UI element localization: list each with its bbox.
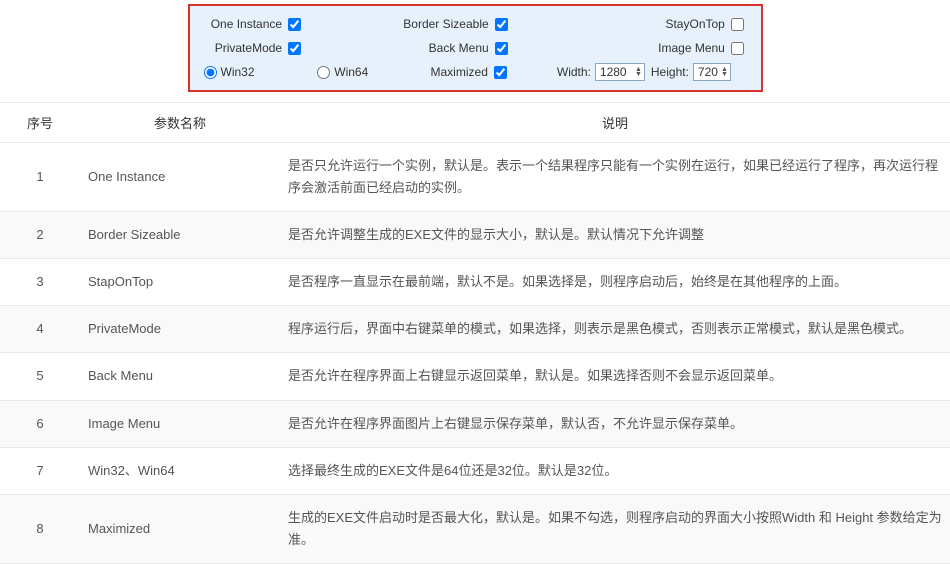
private-mode-label: PrivateMode <box>215 41 282 55</box>
maximized-label: Maximized <box>431 65 488 79</box>
height-label: Height: <box>651 65 689 79</box>
settings-panel: One Instance Border Sizeable StayOnTop P… <box>188 4 763 92</box>
height-input[interactable]: 720 ▲▼ <box>693 63 731 81</box>
border-sizeable-label: Border Sizeable <box>403 17 488 31</box>
cell-name: Image Menu <box>80 400 280 447</box>
table-header-row: 序号 参数名称 说明 <box>0 103 950 143</box>
header-desc: 说明 <box>280 103 950 143</box>
border-sizeable-checkbox[interactable] <box>495 18 508 31</box>
table-row: 8Maximized生成的EXE文件启动时是否最大化，默认是。如果不勾选，则程序… <box>0 494 950 563</box>
one-instance-checkbox[interactable] <box>288 18 301 31</box>
cell-no: 7 <box>0 447 80 494</box>
height-value: 720 <box>698 65 718 79</box>
win64-radio[interactable] <box>317 66 330 79</box>
table-row: 6Image Menu是否允许在程序界面图片上右键显示保存菜单，默认否，不允许显… <box>0 400 950 447</box>
cell-desc: 是否允许在程序界面图片上右键显示保存菜单，默认否，不允许显示保存菜单。 <box>280 400 950 447</box>
width-down-icon[interactable]: ▼ <box>635 72 642 77</box>
table-row: 1One Instance是否只允许运行一个实例，默认是。表示一个结果程序只能有… <box>0 143 950 212</box>
cell-no: 2 <box>0 212 80 259</box>
cell-no: 8 <box>0 494 80 563</box>
cell-name: Back Menu <box>80 353 280 400</box>
width-value: 1280 <box>600 65 627 79</box>
cell-desc: 选择最终生成的EXE文件是64位还是32位。默认是32位。 <box>280 447 950 494</box>
cell-name: Maximized <box>80 494 280 563</box>
height-down-icon[interactable]: ▼ <box>721 72 728 77</box>
cell-desc: 是否允许在程序界面上右键显示返回菜单，默认是。如果选择否则不会显示返回菜单。 <box>280 353 950 400</box>
parameter-table: 序号 参数名称 说明 1One Instance是否只允许运行一个实例，默认是。… <box>0 102 950 564</box>
cell-no: 3 <box>0 259 80 306</box>
cell-desc: 生成的EXE文件启动时是否最大化，默认是。如果不勾选，则程序启动的界面大小按照W… <box>280 494 950 563</box>
table-row: 4PrivateMode程序运行后，界面中右键菜单的模式，如果选择，则表示是黑色… <box>0 306 950 353</box>
maximized-checkbox[interactable] <box>494 66 507 79</box>
header-no: 序号 <box>0 103 80 143</box>
back-menu-checkbox[interactable] <box>495 42 508 55</box>
cell-name: Border Sizeable <box>80 212 280 259</box>
image-menu-label: Image Menu <box>658 41 725 55</box>
cell-no: 5 <box>0 353 80 400</box>
table-row: 2Border Sizeable是否允许调整生成的EXE文件的显示大小，默认是。… <box>0 212 950 259</box>
private-mode-checkbox[interactable] <box>288 42 301 55</box>
cell-desc: 是否程序一直显示在最前端，默认不是。如果选择是，则程序启动后，始终是在其他程序的… <box>280 259 950 306</box>
image-menu-checkbox[interactable] <box>731 42 744 55</box>
back-menu-label: Back Menu <box>429 41 489 55</box>
cell-desc: 程序运行后，界面中右键菜单的模式，如果选择，则表示是黑色模式，否则表示正常模式，… <box>280 306 950 353</box>
cell-no: 6 <box>0 400 80 447</box>
cell-desc: 是否只允许运行一个实例，默认是。表示一个结果程序只能有一个实例在运行，如果已经运… <box>280 143 950 212</box>
cell-no: 4 <box>0 306 80 353</box>
width-label: Width: <box>557 65 591 79</box>
cell-name: StapOnTop <box>80 259 280 306</box>
stay-on-top-label: StayOnTop <box>665 17 724 31</box>
win64-label: Win64 <box>334 65 368 79</box>
table-row: 5Back Menu是否允许在程序界面上右键显示返回菜单，默认是。如果选择否则不… <box>0 353 950 400</box>
header-name: 参数名称 <box>80 103 280 143</box>
cell-name: PrivateMode <box>80 306 280 353</box>
one-instance-label: One Instance <box>211 17 282 31</box>
cell-no: 1 <box>0 143 80 212</box>
table-row: 3StapOnTop是否程序一直显示在最前端，默认不是。如果选择是，则程序启动后… <box>0 259 950 306</box>
cell-desc: 是否允许调整生成的EXE文件的显示大小，默认是。默认情况下允许调整 <box>280 212 950 259</box>
cell-name: Win32、Win64 <box>80 447 280 494</box>
stay-on-top-checkbox[interactable] <box>731 18 744 31</box>
win32-radio[interactable] <box>204 66 217 79</box>
cell-name: One Instance <box>80 143 280 212</box>
width-input[interactable]: 1280 ▲▼ <box>595 63 645 81</box>
win32-label: Win32 <box>221 65 255 79</box>
table-row: 7Win32、Win64选择最终生成的EXE文件是64位还是32位。默认是32位… <box>0 447 950 494</box>
